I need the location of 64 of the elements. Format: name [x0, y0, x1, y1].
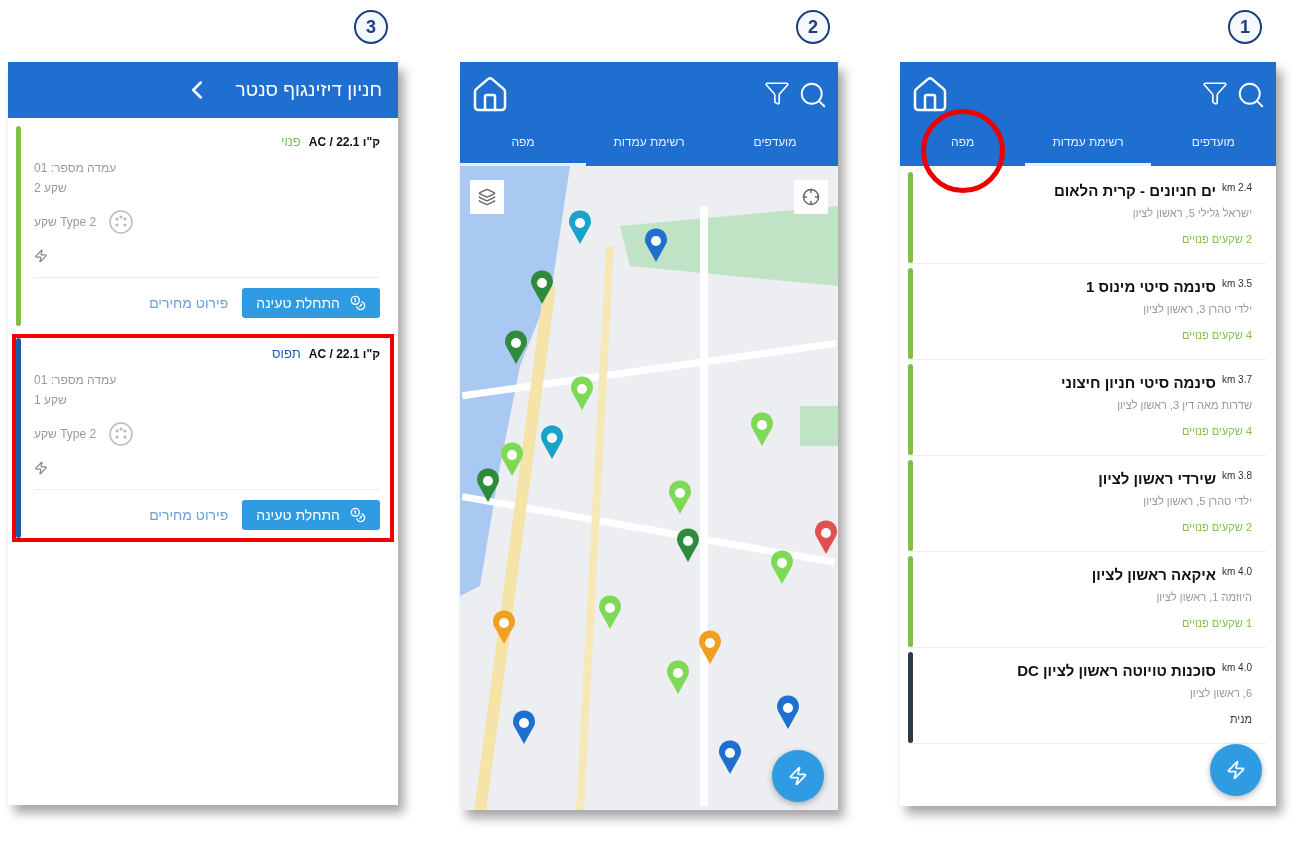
station-address: 6, ראשון לציון [1189, 687, 1252, 699]
station-number: עמדה מספר: 01 [34, 373, 117, 387]
lightning-icon [34, 249, 48, 263]
locate-button[interactable] [794, 180, 828, 214]
power-label: ק"ו AC / 22.1 [308, 134, 380, 149]
charge-fab[interactable] [1210, 744, 1262, 796]
tab[interactable]: מועדפים [1150, 120, 1276, 166]
socket-icon [108, 421, 135, 447]
socket-type: שקע Type 2 [34, 215, 97, 229]
station-name: שירדי ראשון לציון [1098, 470, 1216, 487]
screen-title: חניון דיזינגוף סנטר [235, 79, 382, 101]
power-label: ק"ו AC / 22.1 [308, 346, 380, 361]
distance-label: 4.0 km [1221, 566, 1252, 577]
filter-icon[interactable] [1202, 80, 1228, 106]
distance-label: 2.4 km [1221, 182, 1252, 193]
search-icon[interactable] [798, 80, 828, 110]
station-address: ילדי טהרן 3, ראשון לציון [1142, 303, 1252, 315]
distance-label: 3.8 km [1221, 470, 1252, 481]
lightning-icon [788, 766, 808, 786]
layers-icon [478, 188, 496, 206]
availability-label: 4 שקעים פנויים [1180, 425, 1252, 437]
coins-icon [350, 295, 366, 311]
station-name: ים חניונים - קרית הלאום [1054, 182, 1216, 199]
status-label: פנוי [281, 134, 301, 149]
tab[interactable]: רשימת עמדות [586, 120, 712, 166]
tab[interactable]: מועדפים [712, 120, 838, 166]
distance-label: 3.7 km [1221, 374, 1252, 385]
socket-number: שקע 2 [34, 181, 67, 195]
socket-icon [108, 209, 135, 235]
coins-icon [350, 507, 366, 523]
station-address: ישראל גלילי 5, ראשון לציון [1131, 207, 1252, 219]
status-label: תפוס [272, 346, 301, 361]
tab[interactable]: רשימת עמדות [1025, 120, 1151, 166]
availability-label: 2 שקעים פנויים [1180, 233, 1252, 245]
socket-type: שקע Type 2 [34, 427, 97, 441]
step-number: 1 [1228, 10, 1262, 44]
availability-label: מנית [1228, 713, 1252, 725]
prices-link[interactable]: פירוט מחירים [149, 295, 229, 311]
step-number: 3 [354, 10, 388, 44]
station-address: שדרות מאה דין 3, ראשון לציון [1116, 399, 1252, 411]
start-charging-button[interactable]: התחלת טעינה [242, 288, 380, 318]
station-name: איקאה ראשון לציון [1091, 566, 1216, 583]
station-name: סוכנות טויוטה ראשון לציון DC [1017, 662, 1216, 679]
tab[interactable]: מפה [900, 120, 1026, 166]
station-name: סינמה סיטי מינוס 1 [1085, 278, 1216, 295]
search-icon[interactable] [1236, 80, 1266, 110]
socket-number: שקע 1 [34, 393, 67, 407]
prices-link[interactable]: פירוט מחירים [149, 507, 229, 523]
distance-label: 3.5 km [1221, 278, 1252, 289]
lightning-icon [34, 461, 48, 475]
step-number: 2 [796, 10, 830, 44]
layers-button[interactable] [470, 180, 504, 214]
availability-label: 2 שקעים פנויים [1180, 521, 1252, 533]
availability-label: 4 שקעים פנויים [1180, 329, 1252, 341]
station-address: ילדי טהרן 5, ראשון לציון [1142, 495, 1252, 507]
filter-icon[interactable] [764, 80, 790, 106]
station-name: סינמה סיטי חניון חיצוני [1060, 374, 1216, 391]
distance-label: 4.0 km [1221, 662, 1252, 673]
station-number: עמדה מספר: 01 [34, 161, 117, 175]
availability-label: 1 שקעים פנויים [1180, 617, 1252, 629]
station-address: היוזמה 1, ראשון לציון [1155, 591, 1252, 603]
lightning-icon [1226, 760, 1246, 780]
start-charging-button[interactable]: התחלת טעינה [242, 500, 380, 530]
crosshair-icon [802, 188, 820, 206]
